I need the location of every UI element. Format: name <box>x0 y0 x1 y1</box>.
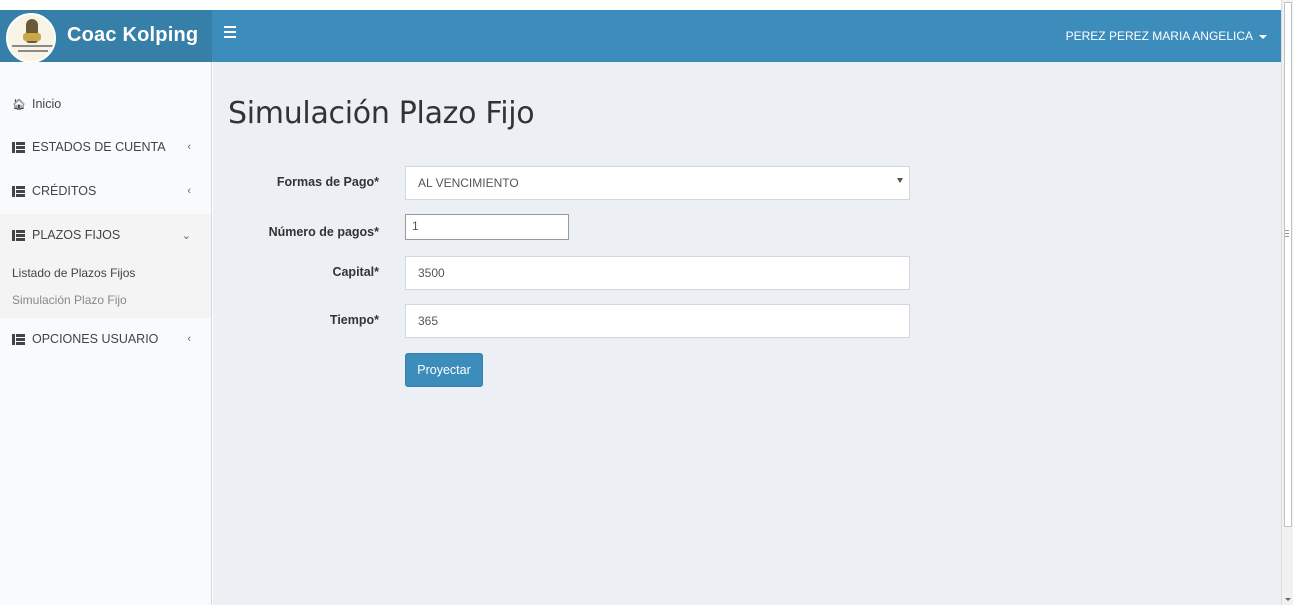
sidebar: 🏠︎ Inicio ESTADOS DE CUENTA ‹ CRÉDITOS ‹… <box>0 62 212 605</box>
capital-label: Capital* <box>332 265 379 279</box>
capital-input[interactable]: 3500 <box>405 256 910 290</box>
top-strip <box>0 0 1281 10</box>
scroll-down-arrow-icon[interactable] <box>1285 598 1291 601</box>
proyectar-button[interactable]: Proyectar <box>405 353 483 387</box>
sidebar-item-plazos-fijos[interactable]: PLAZOS FIJOS ⌄ <box>0 214 211 258</box>
user-name: PEREZ PEREZ MARIA ANGELICA <box>1065 29 1253 43</box>
brand-area[interactable]: Coac Kolping <box>0 10 212 63</box>
sidebar-item-label: ESTADOS DE CUENTA <box>32 140 166 154</box>
sidebar-item-label: PLAZOS FIJOS <box>32 228 121 242</box>
sidebar-item-inicio[interactable]: Inicio <box>32 97 61 111</box>
sidebar-subitem-listado-plazos-fijos[interactable]: Listado de Plazos Fijos <box>12 266 135 280</box>
input-value: 365 <box>418 314 439 328</box>
sidebar-item-label: OPCIONES USUARIO <box>32 332 159 346</box>
sidebar-item-creditos[interactable]: CRÉDITOS ‹ <box>0 170 211 214</box>
tiempo-label: Tiempo* <box>329 313 379 327</box>
home-icon: 🏠︎ <box>12 99 26 111</box>
formas-de-pago-select[interactable]: AL VENCIMIENTO <box>405 166 910 200</box>
chevron-left-icon: ‹ <box>187 333 191 345</box>
brand-name[interactable]: Coac Kolping <box>67 24 198 47</box>
list-icon <box>12 142 25 153</box>
menu-toggle-icon[interactable] <box>224 26 238 40</box>
chevron-left-icon: ‹ <box>187 141 191 153</box>
dropdown-arrow-icon <box>897 178 903 183</box>
main-content: Simulación Plazo Fijo Formas de Pago* AL… <box>213 62 1281 605</box>
top-navbar: Coac Kolping PEREZ PEREZ MARIA ANGELICA <box>0 10 1281 63</box>
sidebar-item-opciones-usuario[interactable]: OPCIONES USUARIO ‹ <box>0 318 211 362</box>
numero-de-pagos-input[interactable]: 1 <box>405 214 569 240</box>
user-menu[interactable]: PEREZ PEREZ MARIA ANGELICA <box>1066 29 1267 43</box>
selected-value: AL VENCIMIENTO <box>418 176 519 190</box>
chevron-left-icon: ‹ <box>187 185 191 197</box>
sidebar-subitem-simulacion-plazo-fijo[interactable]: Simulación Plazo Fijo <box>12 293 127 307</box>
formas-de-pago-label: Formas de Pago* <box>276 175 379 189</box>
logo-text-line <box>18 50 48 52</box>
scrollbar-thumb[interactable] <box>1284 2 1292 527</box>
page-title: Simulación Plazo Fijo <box>228 96 535 131</box>
sidebar-item-estados-de-cuenta[interactable]: ESTADOS DE CUENTA ‹ <box>0 126 211 170</box>
list-icon <box>12 230 25 241</box>
plazos-fijos-submenu: Listado de Plazos Fijos Simulación Plazo… <box>0 258 211 318</box>
logo-figure-accent <box>23 33 41 41</box>
logo-text-line <box>12 45 54 47</box>
tiempo-input[interactable]: 365 <box>405 304 910 338</box>
caret-down-icon <box>1259 34 1267 39</box>
input-value: 3500 <box>418 266 445 280</box>
sidebar-item-label: CRÉDITOS <box>32 184 97 198</box>
kolping-logo <box>6 13 56 63</box>
scrollbar[interactable] <box>1281 0 1293 605</box>
numero-de-pagos-label: Número de pagos* <box>268 225 379 239</box>
scrollbar-grip-icon <box>1285 230 1289 239</box>
list-icon <box>12 334 25 345</box>
list-icon <box>12 186 25 197</box>
chevron-down-icon: ⌄ <box>181 230 191 242</box>
input-value: 1 <box>412 219 419 233</box>
